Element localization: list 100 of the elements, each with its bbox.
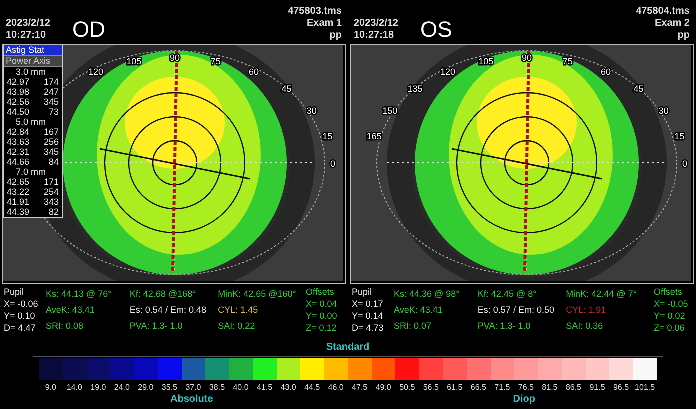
scale-value: 43.0 [280,382,296,394]
power-value: 44.66 [7,157,30,167]
exam-time: 10:27:18 [354,30,394,42]
zone-title: 7.0 mm [15,167,48,177]
angle-label: 45 [282,84,292,94]
stat-value: SAI: 0.36 [566,320,604,332]
scale-value: 19.0 [90,382,106,394]
stat-value: Kf: 42.45 @ 8° [478,288,538,300]
operator-label: pp [678,30,690,42]
eye-label: OS [420,18,452,42]
power-value: 42.84 [7,127,30,137]
scale-value: 9.0 [45,382,56,394]
scale-value: 41.5 [256,382,273,394]
axis-value: 343 [44,197,59,207]
exam-date: 2023/2/12 [354,18,398,30]
scale-value: 38.5 [209,382,226,394]
pupil-text: Y= 0.10 [4,310,36,322]
power-value: 42.56 [7,97,30,107]
exam-number: Exam 1 [306,18,342,30]
angle-label: 120 [440,67,456,78]
axis-value: 254 [44,187,59,197]
stat-value: SAI: 0.22 [218,320,256,332]
power-value: 42.65 [7,177,30,187]
stat-value: SRI: 0.08 [46,320,85,332]
angle-label: 0 [330,159,336,169]
scale-value: 35.5 [162,382,178,394]
axis-value: 84 [48,157,59,167]
stat-value: PVA: 1.3- 1.0 [478,320,532,332]
stat-value: CYL: 1.45 [218,304,260,316]
axis-value: 247 [44,87,59,97]
operator-label: pp [330,30,342,42]
scale-value: 86.5 [566,382,582,394]
pupil-text: Y= 0.14 [352,310,384,322]
pupil-text: Pupil [352,286,374,298]
scale-value: 91.5 [590,382,606,394]
angle-label: 15 [322,132,333,142]
file-name: 475804.tms [636,6,690,18]
angle-label: 90 [522,53,532,63]
axis-value: 256 [44,137,59,147]
pupil-text: Pupil [4,286,26,298]
zone-title: 3.0 mm [15,67,48,77]
axis-value: 174 [44,77,59,87]
power-value: 43.63 [7,137,30,147]
axis-value: 345 [44,147,59,157]
angle-label: 75 [210,56,221,67]
stat-value: CYL: 1.91 [566,304,608,316]
scale-value: 56.5 [423,382,439,394]
axis-value: 167 [44,127,59,137]
stat-value: Ks: 44.36 @ 98° [394,288,461,300]
exam-number: Exam 2 [654,18,690,30]
angle-label: 135 [408,84,423,94]
stat-value: Es: 0.57 / Em: 0.50 [478,304,556,316]
file-name: 475803.tms [288,6,342,18]
angle-label: 105 [126,56,142,67]
angle-label: 15 [674,132,685,142]
scale-title: Standard [326,342,370,354]
offset-text: X= 0.04 [306,298,338,310]
scale-value: 24.0 [114,382,130,394]
angle-label: 30 [306,106,317,116]
offset-text: Y= 0.00 [306,310,338,322]
panel-tab[interactable]: Power Axis [4,56,62,67]
power-value: 44.50 [7,107,30,117]
angle-label: 120 [88,67,104,78]
scale-value: 96.5 [613,382,630,394]
angle-label: 60 [601,67,611,78]
scale-value: 44.5 [304,382,320,394]
scale-value: 81.5 [542,382,558,394]
scale-value: 66.5 [470,382,486,394]
axis-value: 73 [48,107,59,117]
angle-label: 75 [562,56,573,67]
exam-time: 10:27:10 [6,30,46,42]
scale-caption: Diop [513,394,536,406]
axis-value: 82 [48,207,59,217]
pupil-text: X= 0.17 [352,298,384,310]
stat-value: AveK: 43.41 [46,304,96,316]
angle-label: 30 [658,106,669,116]
scale-value: 50.5 [400,382,416,394]
scale-value: 29.0 [138,382,154,394]
stat-value: MinK: 42.44 @ 7° [566,288,638,300]
offset-text: Y= 0.02 [654,310,686,322]
stat-value: Kf: 42.68 @168° [130,288,198,300]
angle-label: 90 [170,53,180,63]
angle-label: 60 [249,67,259,78]
axis-value: 171 [44,177,59,187]
panel-tab[interactable]: Astig Stat [4,45,62,56]
stat-value: Ks: 44.13 @ 76° [46,288,113,300]
pupil-text: X= -0.06 [4,298,40,310]
scale-caption: Absolute [170,394,214,406]
pupil-text: D= 4.73 [352,322,385,334]
axis-value: 345 [44,97,59,107]
offset-text: X= -0.05 [654,298,690,310]
scale-value: 61.5 [447,382,463,394]
power-value: 44.39 [7,207,30,217]
pupil-text: D= 4.47 [4,322,37,334]
angle-label: 150 [382,106,398,116]
exam-date: 2023/2/12 [6,18,50,30]
offset-text: Offsets [654,286,684,298]
power-value: 42.97 [7,77,30,87]
scale-value: 46.0 [328,382,344,394]
scale-value: 71.5 [494,382,510,394]
